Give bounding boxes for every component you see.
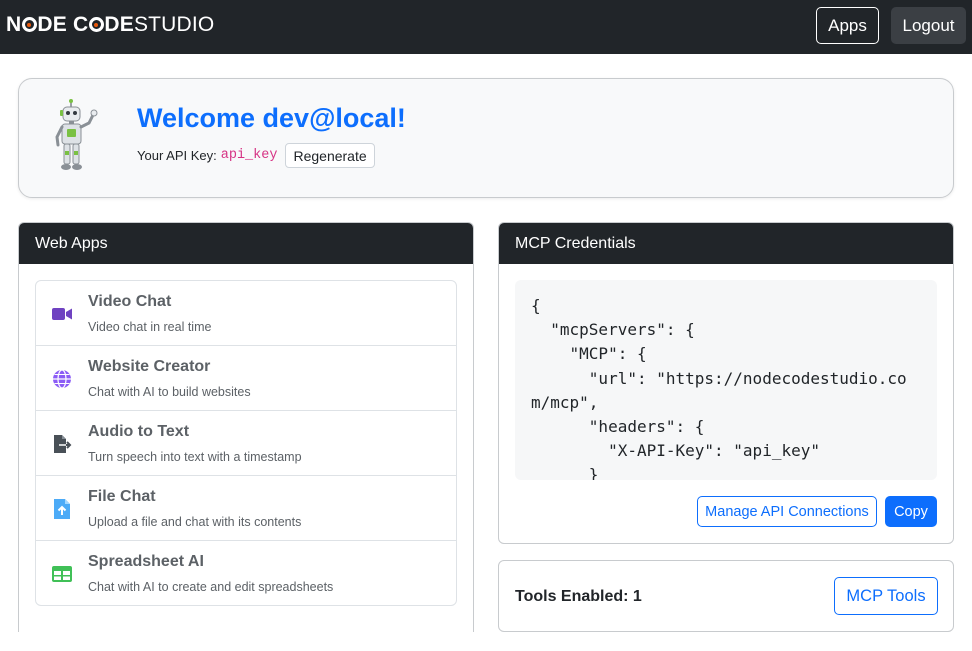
logout-button[interactable]: Logout [891, 7, 966, 44]
app-title: Website Creator [88, 358, 211, 375]
brand-text: DE C [37, 13, 89, 36]
copy-button[interactable]: Copy [885, 496, 937, 527]
web-apps-header: Web Apps [19, 223, 473, 264]
welcome-title: Welcome dev@local! [137, 103, 406, 133]
app-title: File Chat [88, 488, 156, 505]
mcp-config-code-block[interactable]: { "mcpServers": { "MCP": { "url": "https… [515, 280, 937, 480]
brand-text: DE [104, 13, 134, 36]
app-description: Turn speech into text with a timestamp [88, 450, 302, 464]
top-navbar: N DE C DESTUDIO Apps Logout [0, 0, 972, 54]
file-upload-icon [52, 499, 72, 519]
robot-mascot-icon [55, 99, 98, 170]
table-icon [52, 564, 72, 584]
brand-text-studio: STUDIO [133, 13, 215, 36]
apps-button[interactable]: Apps [816, 7, 879, 44]
brand-letter: N [6, 13, 22, 36]
mcp-tools-button[interactable]: MCP Tools [834, 577, 938, 615]
api-key-label: Your API Key: [137, 148, 217, 163]
tools-enabled-label: Tools Enabled: 1 [515, 588, 642, 605]
welcome-card: Welcome dev@local! Your API Key: api_key… [18, 78, 954, 198]
app-item-audio-to-text[interactable]: Audio to Text Turn speech into text with… [36, 411, 456, 476]
api-key-value: api_key [220, 148, 278, 163]
mcp-credentials-header: MCP Credentials [499, 223, 953, 264]
brand-o-icon [88, 17, 104, 32]
app-title: Audio to Text [88, 423, 190, 440]
brand-logo[interactable]: N DE C DESTUDIO [6, 13, 214, 37]
mcp-credentials-card: MCP Credentials { "mcpServers": { "MCP":… [498, 222, 954, 544]
app-item-website-creator[interactable]: Website Creator Chat with AI to build we… [36, 346, 456, 411]
app-description: Chat with AI to build websites [88, 385, 251, 399]
app-description: Chat with AI to create and edit spreadsh… [88, 580, 334, 594]
app-item-spreadsheet-ai[interactable]: Spreadsheet AI Chat with AI to create an… [36, 541, 456, 606]
file-export-icon [52, 434, 72, 454]
app-item-file-chat[interactable]: File Chat Upload a file and chat with it… [36, 476, 456, 541]
web-apps-list: Video Chat Video chat in real time Websi… [35, 280, 457, 606]
app-title: Spreadsheet AI [88, 553, 204, 570]
app-item-video-chat[interactable]: Video Chat Video chat in real time [36, 281, 456, 346]
tools-card: Tools Enabled: 1 MCP Tools [498, 560, 954, 632]
api-key-row: Your API Key: api_key Regenerate [137, 143, 375, 168]
brand-o-icon [21, 17, 37, 32]
app-description: Upload a file and chat with its contents [88, 515, 302, 529]
app-title: Video Chat [88, 293, 172, 310]
video-camera-icon [52, 304, 72, 324]
app-description: Video chat in real time [88, 320, 212, 334]
globe-icon [52, 369, 72, 389]
mcp-config-code: { "mcpServers": { "MCP": { "url": "https… [531, 296, 907, 480]
web-apps-card: Web Apps Video Chat Video chat in real t… [18, 222, 474, 632]
regenerate-button[interactable]: Regenerate [285, 143, 375, 168]
manage-api-connections-button[interactable]: Manage API Connections [697, 496, 877, 527]
